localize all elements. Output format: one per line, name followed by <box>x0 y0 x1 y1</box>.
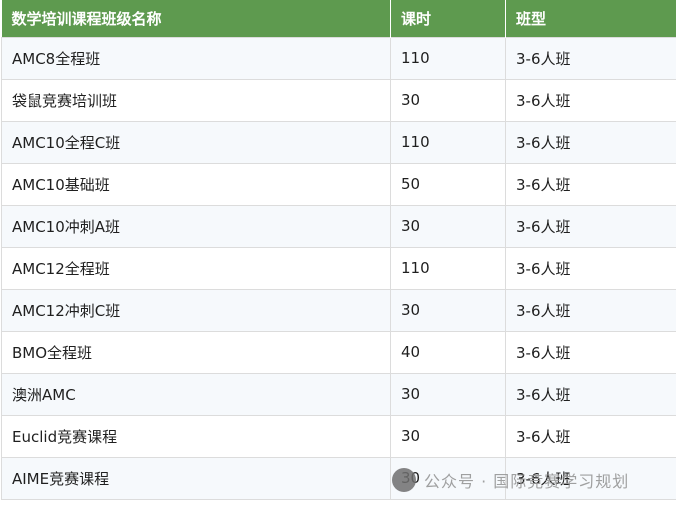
cell-class-name: BMO全程班 <box>1 330 391 374</box>
table-row: AMC12全程班 110 3-6人班 <box>1 246 676 290</box>
cell-hours: 110 <box>390 36 506 80</box>
cell-class-type: 3-6人班 <box>505 456 676 500</box>
cell-class-name: 袋鼠竞赛培训班 <box>1 78 391 122</box>
cell-class-type: 3-6人班 <box>505 78 676 122</box>
cell-hours: 30 <box>390 288 506 332</box>
table-row: BMO全程班 40 3-6人班 <box>1 330 676 374</box>
cell-hours: 110 <box>390 246 506 290</box>
cell-class-type: 3-6人班 <box>505 204 676 248</box>
cell-class-name: Euclid竞赛课程 <box>1 414 391 458</box>
cell-class-name: AMC10全程C班 <box>1 120 391 164</box>
cell-class-type: 3-6人班 <box>505 288 676 332</box>
cell-class-type: 3-6人班 <box>505 414 676 458</box>
cell-hours: 30 <box>390 204 506 248</box>
cell-class-name: AIME竞赛课程 <box>1 456 391 500</box>
table-row: 澳洲AMC 30 3-6人班 <box>1 372 676 416</box>
table-body: AMC8全程班 110 3-6人班 袋鼠竞赛培训班 30 3-6人班 AMC10… <box>1 36 676 500</box>
cell-class-name: 澳洲AMC <box>1 372 391 416</box>
cell-class-type: 3-6人班 <box>505 246 676 290</box>
cell-class-name: AMC12冲刺C班 <box>1 288 391 332</box>
table-row: AMC10基础班 50 3-6人班 <box>1 162 676 206</box>
header-row: 数学培训课程班级名称 课时 班型 <box>1 0 676 37</box>
header-class-name: 数学培训课程班级名称 <box>1 0 391 37</box>
table-row: Euclid竞赛课程 30 3-6人班 <box>1 414 676 458</box>
cell-class-type: 3-6人班 <box>505 120 676 164</box>
cell-class-name: AMC10基础班 <box>1 162 391 206</box>
cell-class-type: 3-6人班 <box>505 330 676 374</box>
cell-hours: 50 <box>390 162 506 206</box>
cell-hours: 40 <box>390 330 506 374</box>
cell-hours: 30 <box>390 78 506 122</box>
cell-class-name: AMC10冲刺A班 <box>1 204 391 248</box>
table-row: AMC10冲刺A班 30 3-6人班 <box>1 204 676 248</box>
header-class-type: 班型 <box>505 0 676 37</box>
cell-class-type: 3-6人班 <box>505 36 676 80</box>
cell-class-type: 3-6人班 <box>505 372 676 416</box>
cell-hours: 30 <box>390 414 506 458</box>
cell-class-name: AMC8全程班 <box>1 36 391 80</box>
table-row: AMC10全程C班 110 3-6人班 <box>1 120 676 164</box>
table-row: 袋鼠竞赛培训班 30 3-6人班 <box>1 78 676 122</box>
cell-hours: 30 <box>390 372 506 416</box>
table-header: 数学培训课程班级名称 课时 班型 <box>1 0 676 37</box>
course-table: 数学培训课程班级名称 课时 班型 AMC8全程班 110 3-6人班 袋鼠竞赛培… <box>1 0 676 500</box>
cell-class-name: AMC12全程班 <box>1 246 391 290</box>
cell-hours: 30 <box>390 456 506 500</box>
cell-hours: 110 <box>390 120 506 164</box>
table-row: AMC8全程班 110 3-6人班 <box>1 36 676 80</box>
table-row: AIME竞赛课程 30 3-6人班 <box>1 456 676 500</box>
header-hours: 课时 <box>390 0 506 37</box>
table-row: AMC12冲刺C班 30 3-6人班 <box>1 288 676 332</box>
cell-class-type: 3-6人班 <box>505 162 676 206</box>
